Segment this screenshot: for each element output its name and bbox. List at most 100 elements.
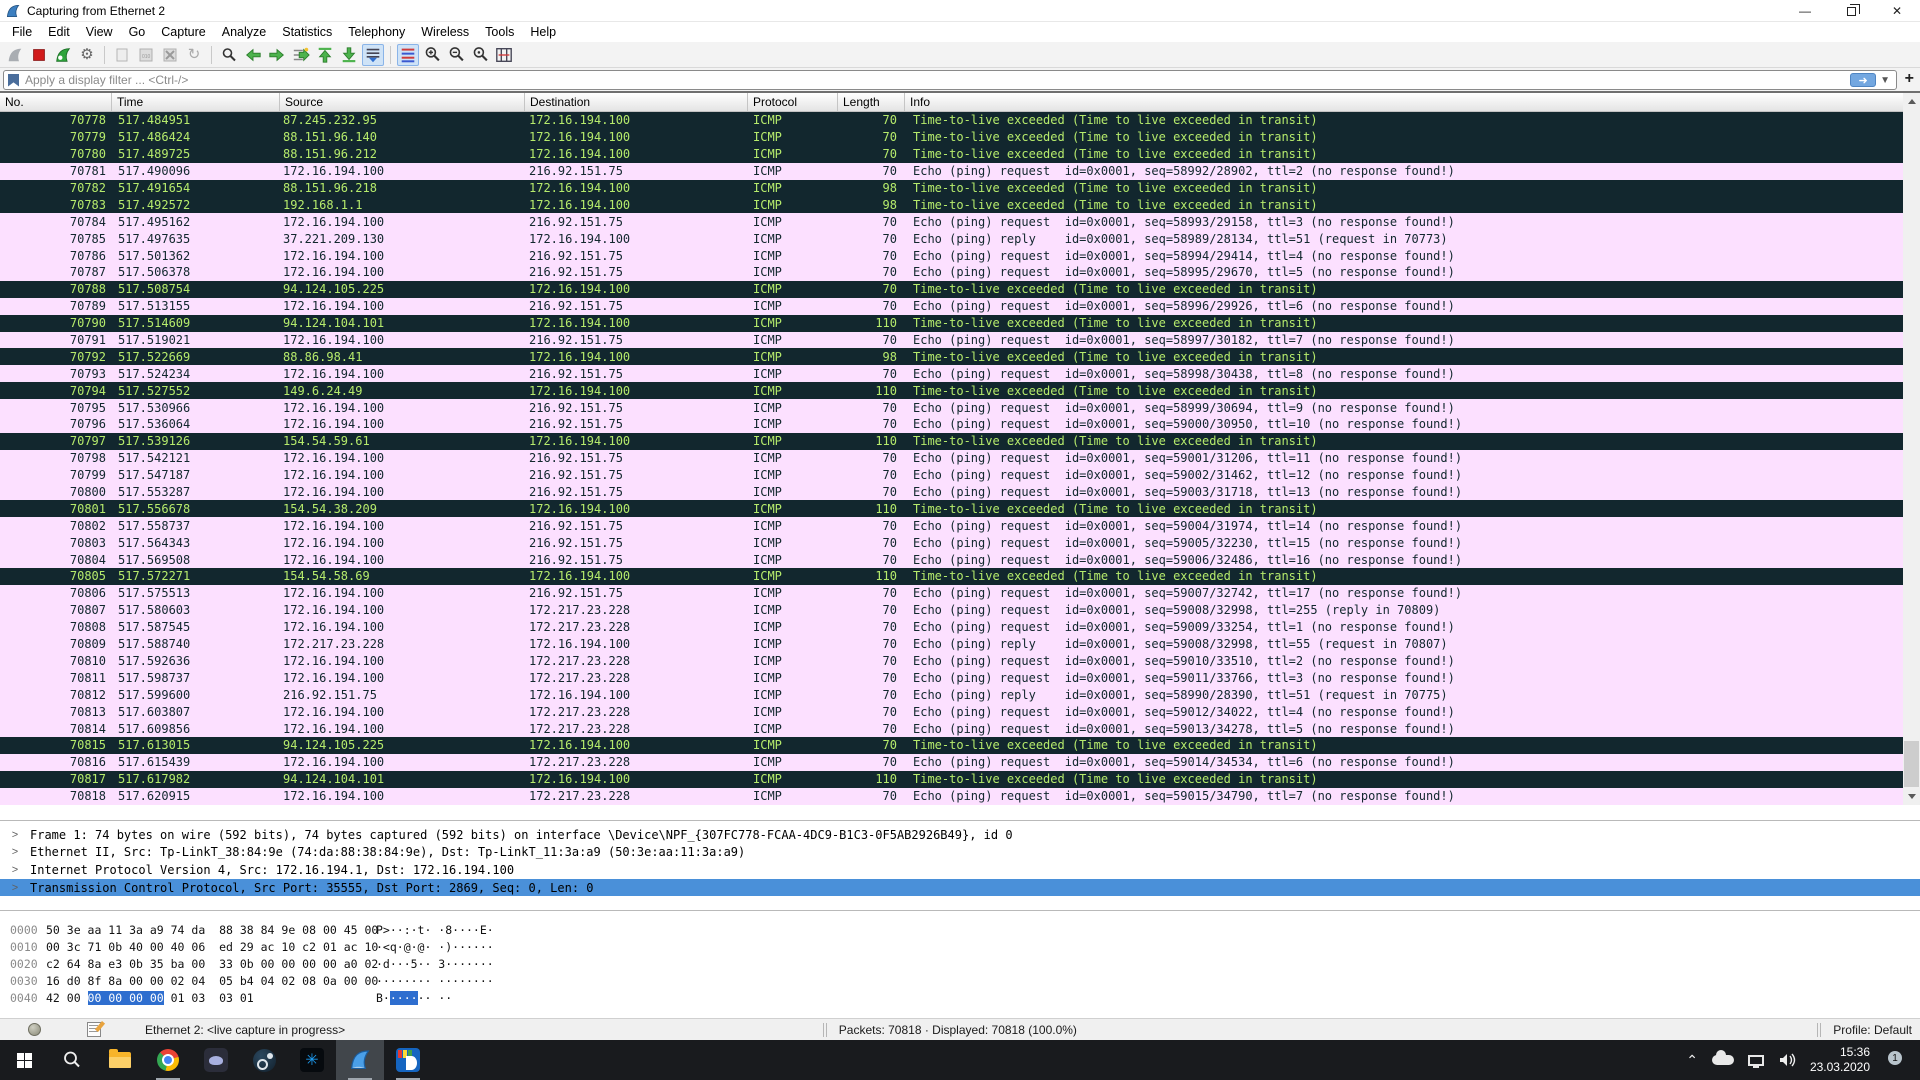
menu-item[interactable]: Capture — [153, 23, 213, 41]
packet-row[interactable]: 70783 517.492572 192.168.1.1 172.16.194.… — [0, 196, 1903, 213]
packet-row[interactable]: 70813 517.603807 172.16.194.100 172.217.… — [0, 703, 1903, 720]
packet-row[interactable]: 70778 517.484951 87.245.232.95 172.16.19… — [0, 112, 1903, 129]
packet-row[interactable]: 70818 517.620915 172.16.194.100 172.217.… — [0, 788, 1903, 805]
column-header-info[interactable]: Info — [905, 93, 1903, 111]
filter-bookmark-icon[interactable] — [8, 74, 19, 87]
packet-row[interactable]: 70799 517.547187 172.16.194.100 216.92.1… — [0, 467, 1903, 484]
packet-row[interactable]: 70784 517.495162 172.16.194.100 216.92.1… — [0, 213, 1903, 230]
packet-row[interactable]: 70805 517.572271 154.54.58.69 172.16.194… — [0, 568, 1903, 585]
go-bottom-icon[interactable] — [338, 44, 360, 66]
taskbar-clock[interactable]: 15:36 23.03.2020 — [1810, 1045, 1870, 1075]
packet-row[interactable]: 70788 517.508754 94.124.105.225 172.16.1… — [0, 281, 1903, 298]
packet-row[interactable]: 70804 517.569508 172.16.194.100 216.92.1… — [0, 551, 1903, 568]
column-header-time[interactable]: Time — [112, 93, 280, 111]
menu-item[interactable]: Edit — [40, 23, 78, 41]
open-file-icon[interactable] — [111, 44, 133, 66]
hex-row[interactable]: 0040 42 00 00 00 00 00 01 03 03 01 B····… — [0, 991, 1920, 1008]
restart-capture-icon[interactable] — [52, 44, 74, 66]
menu-item[interactable]: Go — [121, 23, 154, 41]
hex-row[interactable]: 0010 00 3c 71 0b 40 00 40 06 ed 29 ac 10… — [0, 940, 1920, 957]
packet-row[interactable]: 70810 517.592636 172.16.194.100 172.217.… — [0, 653, 1903, 670]
menu-item[interactable]: Analyze — [214, 23, 274, 41]
packet-row[interactable]: 70787 517.506378 172.16.194.100 216.92.1… — [0, 264, 1903, 281]
network-icon[interactable] — [1748, 1055, 1764, 1066]
menu-item[interactable]: Wireless — [413, 23, 477, 41]
resize-columns-icon[interactable] — [493, 44, 515, 66]
packet-row[interactable]: 70779 517.486424 88.151.96.140 172.16.19… — [0, 129, 1903, 146]
packet-row[interactable]: 70811 517.598737 172.16.194.100 172.217.… — [0, 669, 1903, 686]
filter-add-button[interactable]: + — [1905, 70, 1914, 88]
menu-item[interactable]: Telephony — [340, 23, 413, 41]
taskbar-wireshark[interactable] — [336, 1040, 384, 1080]
taskbar-steam[interactable] — [240, 1040, 288, 1080]
action-center-button[interactable]: 1 — [1884, 1051, 1906, 1069]
profile-text[interactable]: Profile: Default — [1833, 1023, 1912, 1037]
menu-item[interactable]: Help — [522, 23, 564, 41]
taskbar-file-explorer[interactable] — [96, 1040, 144, 1080]
column-header-length[interactable]: Length — [838, 93, 905, 111]
auto-scroll-icon[interactable] — [362, 44, 384, 66]
packet-row[interactable]: 70817 517.617982 94.124.104.101 172.16.1… — [0, 771, 1903, 788]
scrollbar-thumb[interactable] — [1904, 741, 1919, 787]
packet-row[interactable]: 70802 517.558737 172.16.194.100 216.92.1… — [0, 517, 1903, 534]
stop-capture-icon[interactable] — [28, 44, 50, 66]
packet-row[interactable]: 70801 517.556678 154.54.38.209 172.16.19… — [0, 500, 1903, 517]
close-button[interactable]: ✕ — [1874, 0, 1920, 22]
detail-row[interactable]: > Transmission Control Protocol, Src Por… — [0, 879, 1920, 897]
minimize-button[interactable]: — — [1782, 0, 1828, 22]
expand-arrow-icon[interactable]: > — [0, 846, 30, 858]
hex-row[interactable]: 0030 16 d0 8f 8a 00 00 02 04 05 b4 04 02… — [0, 974, 1920, 991]
packet-row[interactable]: 70809 517.588740 172.217.23.228 172.16.1… — [0, 636, 1903, 653]
scroll-down-icon[interactable] — [1903, 788, 1920, 805]
filter-apply-icon[interactable]: ➜ — [1850, 73, 1876, 87]
detail-row[interactable]: > Ethernet II, Src: Tp-LinkT_38:84:9e (7… — [0, 844, 1920, 862]
menu-item[interactable]: File — [4, 23, 40, 41]
tray-chevron-icon[interactable]: ⌃ — [1686, 1052, 1698, 1069]
taskbar-media-app[interactable] — [384, 1040, 432, 1080]
reload-file-icon[interactable]: ↻ — [183, 44, 205, 66]
packet-row[interactable]: 70795 517.530966 172.16.194.100 216.92.1… — [0, 399, 1903, 416]
hex-row[interactable]: 0020 c2 64 8a e3 0b 35 ba 00 33 0b 00 00… — [0, 957, 1920, 974]
start-capture-icon[interactable] — [4, 44, 26, 66]
packet-row[interactable]: 70812 517.599600 216.92.151.75 172.16.19… — [0, 686, 1903, 703]
taskbar-discord[interactable] — [192, 1040, 240, 1080]
packet-row[interactable]: 70790 517.514609 94.124.104.101 172.16.1… — [0, 315, 1903, 332]
find-packet-icon[interactable] — [218, 44, 240, 66]
scroll-up-icon[interactable] — [1903, 93, 1920, 110]
colorize-icon[interactable] — [397, 44, 419, 66]
zoom-reset-icon[interactable] — [469, 44, 491, 66]
expand-arrow-icon[interactable]: > — [0, 864, 30, 876]
volume-icon[interactable] — [1778, 1052, 1796, 1068]
menu-item[interactable]: Statistics — [274, 23, 340, 41]
expand-arrow-icon[interactable]: > — [0, 829, 30, 841]
packet-row[interactable]: 70794 517.527552 149.6.24.49 172.16.194.… — [0, 382, 1903, 399]
column-header-protocol[interactable]: Protocol — [748, 93, 838, 111]
packet-row[interactable]: 70793 517.524234 172.16.194.100 216.92.1… — [0, 365, 1903, 382]
capture-comment-icon[interactable] — [87, 1022, 101, 1037]
packet-row[interactable]: 70816 517.615439 172.16.194.100 172.217.… — [0, 754, 1903, 771]
packet-row[interactable]: 70796 517.536064 172.16.194.100 216.92.1… — [0, 416, 1903, 433]
display-filter-field[interactable]: ➜ ▼ — [3, 70, 1897, 90]
packet-row[interactable]: 70792 517.522669 88.86.98.41 172.16.194.… — [0, 348, 1903, 365]
go-back-icon[interactable] — [242, 44, 264, 66]
taskbar-atom-app[interactable]: ✳ — [288, 1040, 336, 1080]
packet-list-scrollbar[interactable] — [1903, 93, 1920, 805]
packet-row[interactable]: 70789 517.513155 172.16.194.100 216.92.1… — [0, 298, 1903, 315]
packet-row[interactable]: 70815 517.613015 94.124.105.225 172.16.1… — [0, 737, 1903, 754]
packet-row[interactable]: 70791 517.519021 172.16.194.100 216.92.1… — [0, 332, 1903, 349]
packet-row[interactable]: 70785 517.497635 37.221.209.130 172.16.1… — [0, 230, 1903, 247]
hex-row[interactable]: 0000 50 3e aa 11 3a a9 74 da 88 38 84 9e… — [0, 923, 1920, 940]
column-header-destination[interactable]: Destination — [525, 93, 748, 111]
filter-dropdown-icon[interactable]: ▼ — [1880, 75, 1890, 86]
detail-row[interactable]: > Internet Protocol Version 4, Src: 172.… — [0, 861, 1920, 879]
packet-row[interactable]: 70814 517.609856 172.16.194.100 172.217.… — [0, 720, 1903, 737]
packet-row[interactable]: 70780 517.489725 88.151.96.212 172.16.19… — [0, 146, 1903, 163]
packet-row[interactable]: 70786 517.501362 172.16.194.100 216.92.1… — [0, 247, 1903, 264]
zoom-in-icon[interactable] — [421, 44, 443, 66]
go-forward-icon[interactable] — [266, 44, 288, 66]
detail-row[interactable]: > Frame 1: 74 bytes on wire (592 bits), … — [0, 826, 1920, 844]
packet-row[interactable]: 70782 517.491654 88.151.96.218 172.16.19… — [0, 180, 1903, 197]
start-button[interactable] — [0, 1040, 48, 1080]
packet-row[interactable]: 70781 517.490096 172.16.194.100 216.92.1… — [0, 163, 1903, 180]
packet-row[interactable]: 70798 517.542121 172.16.194.100 216.92.1… — [0, 450, 1903, 467]
